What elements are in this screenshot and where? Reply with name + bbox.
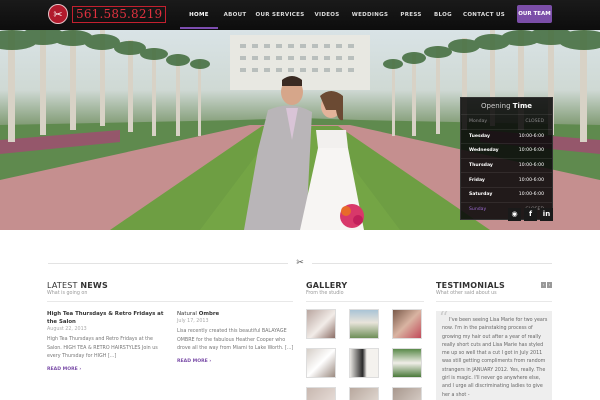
hours-row-tuesday: Tuesday 10:00-6:00 — [461, 128, 552, 144]
gallery-subtitle: From the studio — [306, 291, 344, 296]
nav-contact-us[interactable]: CONTACT US — [458, 0, 510, 30]
logo-phone: 561.585.8219 — [72, 5, 167, 23]
our-team-button[interactable]: OUR TEAM — [517, 5, 552, 23]
testimonial-text: I've been seeing Lisa Marie for two year… — [442, 318, 548, 398]
read-more-link[interactable]: READ MORE › — [47, 367, 165, 372]
news-post: Natural Ombre July 17, 2013 Lisa recentl… — [177, 310, 295, 364]
prev-arrow-icon[interactable]: ‹ — [541, 282, 546, 288]
nav-about[interactable]: ABOUT — [218, 0, 252, 30]
nav-our-services[interactable]: OUR SERVICES — [252, 0, 308, 30]
hours-row-monday: Monday CLOSED — [461, 114, 552, 129]
gallery-thumbnail[interactable] — [392, 387, 422, 400]
post-title[interactable]: Natural Ombre — [177, 310, 295, 318]
divider-right — [312, 263, 552, 264]
gallery-thumbnail[interactable] — [349, 387, 379, 400]
post-excerpt: Lisa recently created this beautiful BAL… — [177, 329, 294, 351]
hours-row-saturday: Saturday 10:00-6:00 — [461, 186, 552, 202]
read-more-link[interactable]: READ MORE › — [177, 359, 295, 364]
news-rule — [47, 301, 293, 302]
gallery-rule — [306, 301, 424, 302]
hours-row-friday: Friday 10:00-6:00 — [461, 172, 552, 187]
scissors-icon: ✂ — [296, 258, 304, 268]
testimonials-nav: ‹ › — [541, 282, 552, 288]
post-title[interactable]: High Tea Thursdays & Retro Fridays at th… — [47, 310, 165, 326]
hours-row-sunday: SundayCLOSED — [461, 201, 552, 217]
gallery-thumbnail[interactable] — [392, 348, 422, 378]
gallery-thumbnail[interactable] — [349, 348, 379, 378]
hours-row-wednesday: Wednesday 10:00-6:00 — [461, 143, 552, 158]
linkedin-icon[interactable]: in — [540, 208, 553, 221]
gallery-thumbnail[interactable] — [392, 309, 422, 339]
opening-hours-panel: Opening Time Monday CLOSED Tuesday 10:00-6… — [460, 97, 553, 220]
site-header: ✂ 561.585.8219 HOME ABOUT OUR SERVICES V… — [0, 0, 600, 30]
testimonials-rule — [436, 301, 552, 302]
news-post: High Tea Thursdays & Retro Fridays at th… — [47, 310, 165, 372]
opening-hours-title: Opening Time — [481, 102, 532, 110]
news-subtitle: What is going on — [47, 291, 88, 296]
main-nav: HOME ABOUT OUR SERVICES VIDEOS WEDDINGS … — [180, 0, 510, 30]
nav-weddings[interactable]: WEDDINGS — [346, 0, 394, 30]
divider-left — [48, 263, 288, 264]
gallery-thumbnail[interactable] — [306, 387, 336, 400]
logo[interactable]: ✂ 561.585.8219 — [48, 4, 167, 24]
hero-slider: Opening Time Monday CLOSED Tuesday 10:00-6… — [0, 30, 600, 230]
testimonials-heading: TESTIMONIALS — [436, 281, 506, 290]
facebook-icon[interactable]: f — [524, 208, 537, 221]
nav-home[interactable]: HOME — [180, 0, 218, 30]
testimonial-card: “ I've been seeing Lisa Marie for two ye… — [436, 311, 552, 400]
scissors-badge-icon: ✂ — [48, 4, 68, 24]
gallery-thumbnail[interactable] — [349, 309, 379, 339]
nav-blog[interactable]: BLOG — [428, 0, 458, 30]
rss-icon[interactable]: ◉ — [508, 208, 521, 221]
nav-press[interactable]: PRESS — [394, 0, 428, 30]
testimonials-subtitle: What other said about us — [436, 291, 497, 296]
gallery-thumbnail[interactable] — [306, 348, 336, 378]
gallery-heading: GALLERY — [306, 281, 348, 290]
gallery-thumbnail[interactable] — [306, 309, 336, 339]
news-heading: LATEST NEWS — [47, 281, 108, 290]
nav-videos[interactable]: VIDEOS — [308, 0, 346, 30]
post-excerpt: High Tea Thursdays and Retro Fridays at … — [47, 337, 158, 359]
post-date: July 17, 2013 — [177, 319, 209, 324]
post-date: August 22, 2013 — [47, 327, 87, 332]
next-arrow-icon[interactable]: › — [547, 282, 552, 288]
hours-row-thursday: Thursday 10:00-6:00 — [461, 157, 552, 173]
